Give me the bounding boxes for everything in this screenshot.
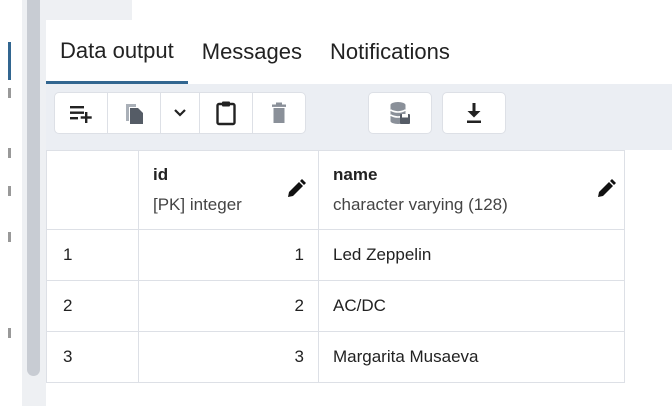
tab-data-output[interactable]: Data output (46, 20, 188, 84)
cell-name[interactable]: Led Zeppelin (318, 229, 625, 281)
results-tabs: Data output Messages Notifications (46, 20, 672, 84)
column-name: name (333, 165, 378, 184)
sidebar-strip (0, 0, 22, 406)
tab-notifications[interactable]: Notifications (316, 20, 464, 84)
add-row-icon (70, 106, 92, 123)
pencil-icon[interactable] (286, 179, 306, 199)
save-data-icon (390, 102, 410, 124)
query-results-panel: Data output Messages Notifications id [P… (46, 20, 672, 406)
chevron-down-icon (174, 109, 186, 117)
row-number[interactable]: 1 (46, 229, 139, 281)
panel-gap (46, 0, 132, 20)
tab-messages[interactable]: Messages (188, 20, 316, 84)
cell-name[interactable]: Margarita Musaeva (318, 331, 625, 383)
sidebar-marker (8, 232, 11, 242)
cell-id[interactable]: 1 (138, 229, 319, 281)
add-row-button[interactable] (55, 93, 108, 133)
column-type: character varying (128) (333, 195, 508, 214)
results-grid: id [PK] integer name character varying (… (46, 150, 625, 383)
copy-icon (126, 104, 143, 124)
table-row[interactable]: 2 2 AC/DC (46, 280, 625, 332)
table-row[interactable]: 1 1 Led Zeppelin (46, 229, 625, 281)
column-type: [PK] integer (153, 195, 242, 214)
column-header-name[interactable]: name character varying (128) (318, 150, 625, 230)
cell-name[interactable]: AC/DC (318, 280, 625, 332)
delete-icon (272, 102, 286, 123)
sidebar-marker (8, 148, 11, 158)
row-number-header (46, 150, 139, 230)
cell-id[interactable]: 2 (138, 280, 319, 332)
column-name: id (153, 165, 169, 184)
sidebar-marker (8, 88, 11, 98)
paste-icon (216, 101, 236, 126)
edit-button-group (54, 92, 306, 134)
row-number[interactable]: 2 (46, 280, 139, 332)
download-button[interactable] (443, 93, 505, 133)
save-data-button[interactable] (369, 93, 431, 133)
download-icon (467, 103, 481, 123)
copy-button[interactable] (108, 93, 161, 133)
scrollbar-thumb[interactable] (27, 0, 40, 376)
grid-header-row: id [PK] integer name character varying (… (46, 150, 625, 230)
column-header-id[interactable]: id [PK] integer (138, 150, 319, 230)
save-button-group (368, 92, 432, 134)
row-number[interactable]: 3 (46, 331, 139, 383)
sidebar-marker (8, 328, 11, 338)
cell-id[interactable]: 3 (138, 331, 319, 383)
table-row[interactable]: 3 3 Margarita Musaeva (46, 331, 625, 383)
delete-button[interactable] (253, 93, 305, 133)
sidebar-active-marker (8, 42, 11, 80)
results-toolbar (46, 84, 672, 150)
sidebar-marker (8, 186, 11, 196)
copy-options-dropdown[interactable] (161, 93, 200, 133)
download-button-group (442, 92, 506, 134)
paste-button[interactable] (200, 93, 253, 133)
pencil-icon[interactable] (596, 179, 616, 199)
